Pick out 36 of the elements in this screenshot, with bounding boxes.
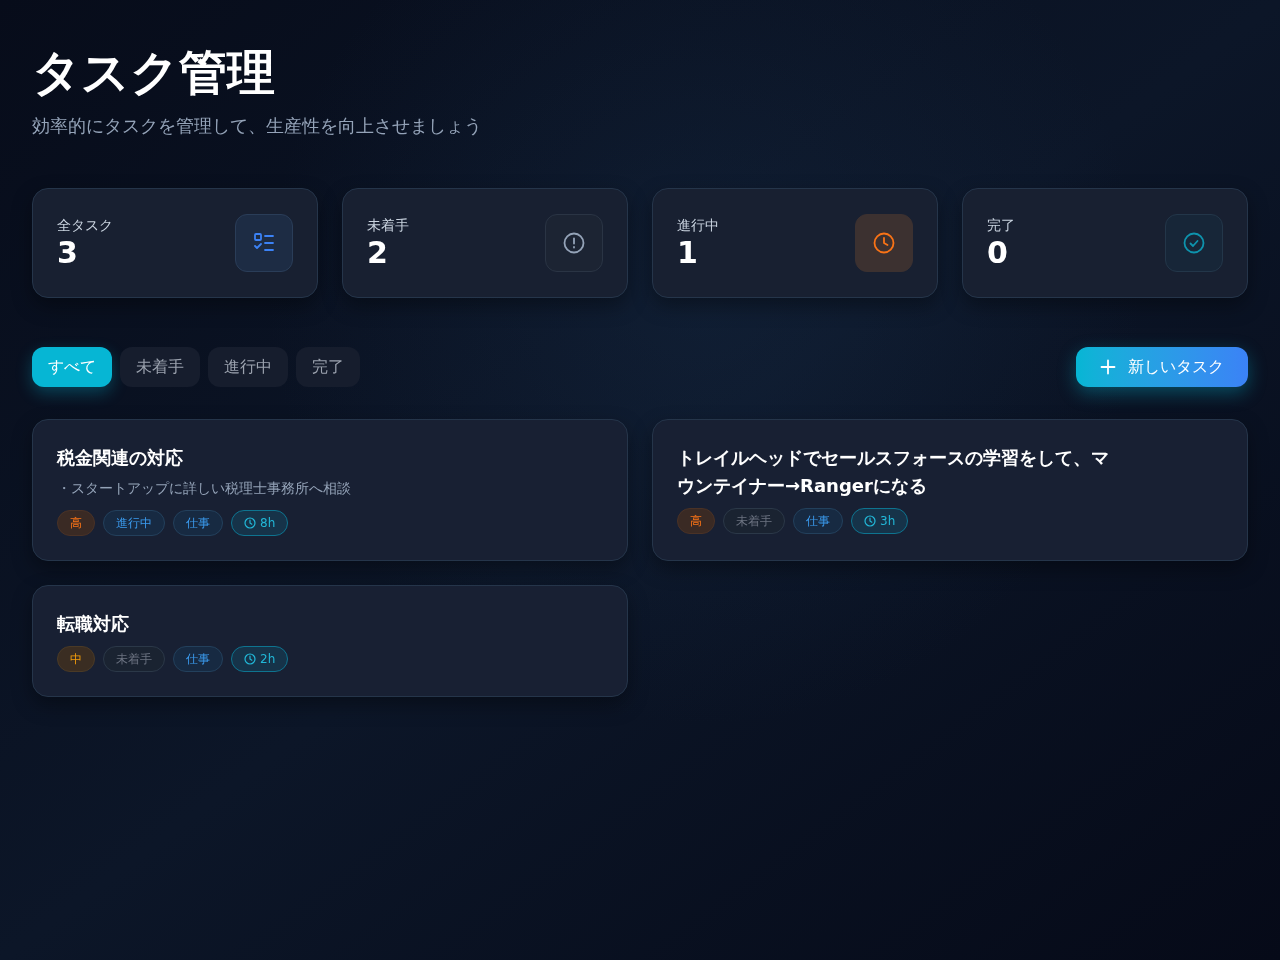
- time-estimate-text: 2h: [260, 651, 276, 667]
- clock-icon: [244, 517, 256, 529]
- priority-badge: 高: [677, 508, 715, 534]
- stat-value: 0: [987, 235, 1009, 271]
- time-estimate-text: 8h: [260, 515, 276, 531]
- task-card[interactable]: 税金関連の対応 ・スタートアップに詳しい税理士事務所へ相談 高 進行中 仕事 8h: [32, 419, 628, 561]
- stat-value: 1: [677, 235, 699, 271]
- clock-icon: [864, 515, 876, 527]
- page-subtitle: 効率的にタスクを管理して、生産性を向上させましょう: [32, 114, 483, 138]
- task-title: 転職対応: [57, 612, 129, 636]
- status-badge: 未着手: [723, 508, 785, 534]
- filter-tab[interactable]: 完了: [296, 347, 360, 387]
- stat-label: 進行中: [677, 216, 719, 235]
- category-tag: 仕事: [173, 510, 223, 536]
- page-title: タスク管理: [32, 44, 276, 100]
- task-title: トレイルヘッドでセールスフォースの学習をして、マウンテイナー→Rangerになる: [677, 446, 1110, 498]
- task-card[interactable]: トレイルヘッドでセールスフォースの学習をして、マウンテイナー→Rangerになる 高 未着手 仕事 3h: [652, 419, 1248, 561]
- time-estimate-text: 3h: [880, 513, 896, 529]
- stat-label: 全タスク: [57, 216, 113, 235]
- stat-label: 完了: [987, 216, 1015, 235]
- stat-value: 2: [367, 235, 389, 271]
- category-tag: 仕事: [793, 508, 843, 534]
- clock-icon: [244, 653, 256, 665]
- category-tag: 仕事: [173, 646, 223, 672]
- filter-tab[interactable]: 進行中: [208, 347, 288, 387]
- priority-badge: 中: [57, 646, 95, 672]
- task-title: 税金関連の対応: [57, 446, 183, 470]
- status-badge: 進行中: [103, 510, 165, 536]
- plus-icon: [1100, 359, 1116, 375]
- filter-tab[interactable]: 未着手: [120, 347, 200, 387]
- stat-value: 3: [57, 235, 79, 271]
- stat-label: 未着手: [367, 216, 409, 235]
- priority-badge: 高: [57, 510, 95, 536]
- task-card[interactable]: 転職対応 中 未着手 仕事 2h: [32, 585, 628, 697]
- status-badge: 未着手: [103, 646, 165, 672]
- task-description: ・スタートアップに詳しい税理士事務所へ相談: [57, 479, 351, 498]
